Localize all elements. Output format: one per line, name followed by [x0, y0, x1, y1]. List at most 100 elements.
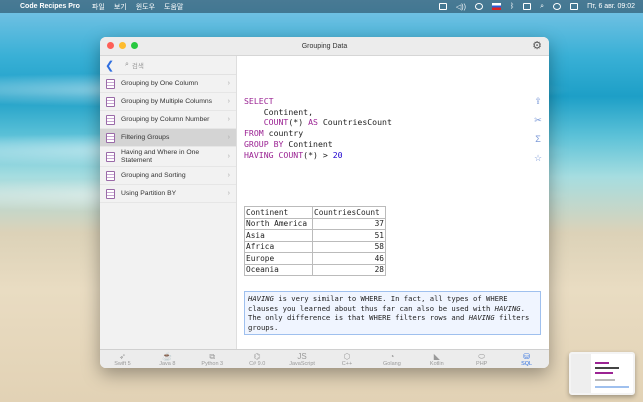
- zoom-button[interactable]: [131, 42, 138, 49]
- share-icon[interactable]: ⇪: [532, 96, 544, 107]
- table-cell: Oceania: [244, 263, 313, 276]
- back-chevron-icon[interactable]: ❮: [105, 59, 119, 72]
- note-term: HAVING: [248, 294, 274, 303]
- sidebar-item-grouping-multiple-columns[interactable]: Grouping by Multiple Columns ›: [100, 93, 236, 111]
- code-token: Continent: [283, 138, 333, 149]
- volume-icon[interactable]: ◁)): [456, 3, 466, 11]
- screen-mirroring-icon[interactable]: [523, 3, 532, 10]
- code-token: COUNT: [273, 149, 304, 160]
- gear-icon[interactable]: ⚙: [531, 40, 543, 52]
- chevron-right-icon: ›: [227, 134, 230, 141]
- swift-icon: ➶: [119, 351, 126, 361]
- tab-php[interactable]: ⬭ PHP: [459, 350, 504, 368]
- code-token: AS: [308, 117, 318, 128]
- python-icon: ⧉: [209, 351, 216, 361]
- chevron-right-icon: ›: [227, 153, 230, 160]
- tab-cpp[interactable]: ⬡ C++: [325, 350, 370, 368]
- sidebar-item-partition-by[interactable]: Using Partition BY ›: [100, 185, 236, 203]
- table-cell: North America: [244, 217, 313, 230]
- sql-icon: ⛁: [523, 351, 530, 361]
- control-center-icon[interactable]: [570, 3, 579, 10]
- thumbnail-line: [595, 362, 609, 364]
- search-icon: ⌕: [125, 61, 129, 68]
- sidebar-item-label: Filtering Groups: [121, 133, 170, 141]
- menubar-clock[interactable]: Пт, 6 авг. 09:02: [587, 3, 635, 10]
- sidebar-item-label: Having and Where in One Statement: [121, 148, 200, 164]
- column-header: CountriesCount: [312, 206, 386, 219]
- sidebar-item-filtering-groups[interactable]: Filtering Groups ›: [100, 129, 236, 147]
- table-cell: 28: [312, 263, 386, 276]
- sidebar-item-grouping-one-column[interactable]: Grouping by One Column ›: [100, 75, 236, 93]
- thumbnail-line: [595, 367, 619, 369]
- close-button[interactable]: [107, 42, 114, 49]
- document-icon: [106, 170, 115, 181]
- menu-file[interactable]: 파일: [92, 2, 105, 12]
- input-source-flag-icon[interactable]: [491, 3, 501, 10]
- tab-label: C# 9.0: [249, 360, 266, 367]
- code-token: SELECT: [244, 96, 274, 106]
- table-cell: Africa: [244, 240, 313, 253]
- table-cell: Asia: [244, 229, 313, 242]
- tab-label: Kotlin: [429, 360, 444, 367]
- user-icon[interactable]: [553, 3, 562, 10]
- sidebar-item-grouping-column-number[interactable]: Grouping by Column Number ›: [100, 111, 236, 129]
- chevron-right-icon: ›: [227, 80, 230, 87]
- sql-code-block[interactable]: SELECT Continent, COUNT(*) AS CountriesC…: [244, 96, 392, 160]
- tab-kotlin[interactable]: ◣ Kotlin: [414, 350, 459, 368]
- table-cell: 51: [312, 229, 386, 242]
- tab-csharp[interactable]: ⌬ C# 9.0: [235, 350, 280, 368]
- tab-sql[interactable]: ⛁ SQL: [504, 350, 549, 368]
- document-icon: [106, 151, 115, 162]
- screenshot-thumbnail[interactable]: [569, 352, 635, 395]
- tab-swift[interactable]: ➶ Swift 5: [100, 350, 145, 368]
- tab-golang[interactable]: ◔ Golang: [369, 350, 414, 368]
- code-token: HAVING: [244, 149, 274, 160]
- explanation-note: HAVING is very similar to WHERE. In fact…: [244, 291, 541, 335]
- search-placeholder: 검색: [131, 63, 144, 70]
- sidebar-item-label: Grouping by Column Number: [121, 115, 210, 123]
- tab-label: C++: [341, 360, 353, 367]
- table-cell: 46: [312, 252, 386, 265]
- vpn-icon[interactable]: [474, 3, 483, 10]
- menu-window[interactable]: 윈도우: [136, 2, 155, 12]
- table-row: Oceania 28: [244, 263, 386, 276]
- bluetooth-icon[interactable]: ᛒ: [510, 3, 514, 10]
- code-toolbar: ⇪ ✂ Σ ☆: [532, 96, 544, 164]
- language-tab-bar: ➶ Swift 5 ☕ Java 8 ⧉ Python 3 ⌬ C# 9.0 JS Jav…: [100, 349, 549, 368]
- thumbnail-line: [595, 372, 613, 374]
- minimize-button[interactable]: [119, 42, 126, 49]
- menu-view[interactable]: 보기: [114, 2, 127, 12]
- chevron-right-icon: ›: [227, 98, 230, 105]
- sidebar-item-grouping-and-sorting[interactable]: Grouping and Sorting ›: [100, 167, 236, 185]
- table-cell: 37: [312, 217, 386, 230]
- chat-icon[interactable]: [438, 3, 447, 10]
- thumbnail-line: [595, 379, 615, 381]
- search-field[interactable]: ⌕ 검색: [119, 59, 231, 72]
- table-row: Africa 58: [244, 240, 386, 253]
- main-content: SELECT Continent, COUNT(*) AS CountriesC…: [238, 56, 549, 349]
- tab-javascript[interactable]: JS JavaScript: [280, 350, 325, 368]
- tab-java[interactable]: ☕ Java 8: [145, 350, 190, 368]
- star-icon[interactable]: ☆: [532, 153, 544, 164]
- menu-bar: Code Recipes Pro 파일 보기 윈도우 도움말 ◁)) ᛒ ⌕ П…: [0, 0, 643, 13]
- sigma-icon[interactable]: Σ: [532, 134, 544, 145]
- note-term: HAVING: [494, 303, 521, 313]
- sidebar-item-label: Grouping and Sorting: [121, 171, 186, 179]
- note-term: HAVING: [468, 313, 495, 322]
- table-row: Europe 46: [244, 252, 386, 265]
- menu-help[interactable]: 도움말: [164, 2, 183, 12]
- table-cell: Europe: [244, 252, 313, 265]
- app-menu[interactable]: Code Recipes Pro: [20, 3, 80, 10]
- scissors-icon[interactable]: ✂: [532, 115, 544, 126]
- sidebar: ❮ ⌕ 검색 Grouping by One Column › Grouping…: [100, 56, 237, 349]
- document-icon: [106, 114, 115, 125]
- tab-python[interactable]: ⧉ Python 3: [190, 350, 235, 368]
- spotlight-search-icon[interactable]: ⌕: [540, 3, 544, 11]
- chevron-right-icon: ›: [227, 116, 230, 123]
- title-bar[interactable]: Grouping Data ⚙: [100, 37, 549, 56]
- sidebar-item-having-and-where[interactable]: Having and Where in One Statement ›: [100, 147, 236, 167]
- table-row: Asia 51: [244, 229, 386, 242]
- table-header-row: Continent CountriesCount: [244, 206, 386, 219]
- thumbnail-line: [595, 386, 629, 388]
- code-token: FROM: [244, 128, 264, 139]
